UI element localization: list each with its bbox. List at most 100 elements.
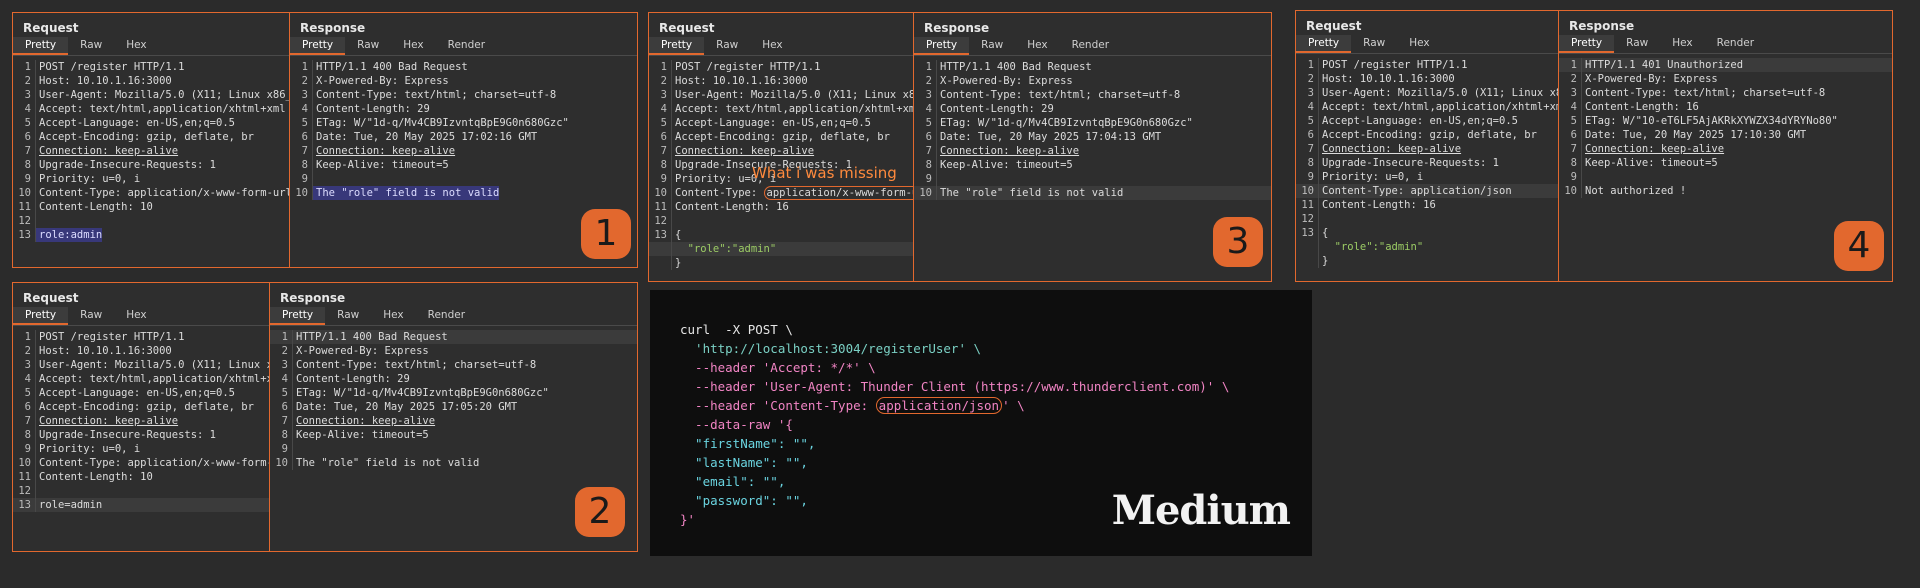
- code-line: 7 Connection: keep-alive: [13, 414, 269, 428]
- code-line: 7 Connection: keep-alive: [914, 144, 1271, 158]
- code-line: 8 Upgrade-Insecure-Requests: 1: [13, 158, 289, 172]
- line-text: }: [1322, 255, 1329, 267]
- tab-pretty[interactable]: Pretty: [1559, 35, 1615, 53]
- code-line: 8 Keep-Alive: timeout=5: [290, 158, 637, 172]
- code-line: 6 Date: Tue, 20 May 2025 17:10:30 GMT: [1559, 128, 1892, 142]
- tab-pretty[interactable]: Pretty: [914, 37, 970, 55]
- response-tabs: Pretty Raw Hex Render: [1559, 35, 1892, 54]
- response-editor[interactable]: 1 HTTP/1.1 400 Bad Request 2 X-Powered-By: …: [914, 60, 1271, 200]
- line-text: Upgrade-Insecure-Requests: 1: [1322, 157, 1500, 169]
- request-editor[interactable]: 1 POST /register HTTP/1.1 2 Host: 10.10.1.1…: [13, 330, 269, 512]
- line-text: Content-Type: application/x-www-form-url…: [39, 187, 289, 199]
- tab-pretty[interactable]: Pretty: [649, 37, 705, 55]
- tab-hex[interactable]: Hex: [1397, 35, 1441, 53]
- code-line: }: [649, 256, 913, 270]
- tab-raw[interactable]: Raw: [1351, 35, 1397, 53]
- line-gutter: [1296, 58, 1319, 268]
- line-text: ETag: W/"1d-q/Mv4CB9IzvntqBpE9G0n680Gzc": [316, 117, 569, 129]
- request-title: Request: [659, 21, 715, 35]
- line-text: The "role" field is not valid: [312, 186, 500, 200]
- line-gutter: [13, 330, 36, 512]
- tab-hex[interactable]: Hex: [114, 307, 158, 325]
- line-text: HTTP/1.1 400 Bad Request: [316, 61, 468, 73]
- line-text: X-Powered-By: Express: [1585, 73, 1718, 85]
- response-title: Response: [924, 21, 990, 35]
- tab-raw[interactable]: Raw: [1614, 35, 1660, 53]
- response-editor[interactable]: 1 HTTP/1.1 401 Unauthorized 2 X-Powered-By:…: [1559, 58, 1892, 198]
- line-text: User-Agent: Mozilla/5.0 (X11; Linux x86_…: [1322, 87, 1558, 99]
- request-editor[interactable]: 1 POST /register HTTP/1.1 2 Host: 10.10.1.1…: [1296, 58, 1558, 268]
- line-text: Accept-Language: en-US,en;q=0.5: [39, 387, 235, 399]
- code-line: 7 Connection: keep-alive: [649, 144, 913, 158]
- tab-render[interactable]: Render: [436, 37, 497, 55]
- code-line: 2 X-Powered-By: Express: [1559, 72, 1892, 86]
- line-text: X-Powered-By: Express: [296, 345, 429, 357]
- line-text: X-Powered-By: Express: [316, 75, 449, 87]
- line-text: Accept-Language: en-US,en;q=0.5: [675, 117, 871, 129]
- line-text: User-Agent: Mozilla/5.0 (X11; Linux x86_…: [39, 89, 289, 101]
- curl-line-5: --data-raw '{: [680, 417, 793, 432]
- tab-raw[interactable]: Raw: [68, 307, 114, 325]
- tab-hex[interactable]: Hex: [1015, 37, 1059, 55]
- response-title: Response: [280, 291, 346, 305]
- line-text: HTTP/1.1 401 Unauthorized: [1585, 59, 1744, 71]
- line-gutter: [270, 330, 293, 470]
- tab-hex[interactable]: Hex: [750, 37, 794, 55]
- curl-line-4-text: --header 'Content-Type: application/json…: [680, 397, 1025, 414]
- line-text: Connection: keep-alive: [39, 145, 179, 157]
- tab-hex[interactable]: Hex: [114, 37, 158, 55]
- curl-line-0: curl -X POST \: [680, 322, 793, 337]
- request-editor[interactable]: 1 POST /register HTTP/1.1 2 Host: 10.10.1.1…: [13, 60, 289, 242]
- code-line: 9: [290, 172, 637, 186]
- code-line: 10 Not authorized !: [1559, 184, 1892, 198]
- line-text: Keep-Alive: timeout=5: [296, 429, 429, 441]
- line-text: Keep-Alive: timeout=5: [316, 159, 449, 171]
- code-line: 4 Content-Length: 29: [914, 102, 1271, 116]
- tab-render[interactable]: Render: [1705, 35, 1766, 53]
- tab-raw[interactable]: Raw: [68, 37, 114, 55]
- line-text: Content-Type: text/html; charset=utf-8: [296, 359, 537, 371]
- tab-pretty[interactable]: Pretty: [1296, 35, 1352, 53]
- code-line: 6 Date: Tue, 20 May 2025 17:05:20 GMT: [270, 400, 637, 414]
- line-text: Connection: keep-alive: [675, 145, 815, 157]
- code-line: 6 Date: Tue, 20 May 2025 17:04:13 GMT: [914, 130, 1271, 144]
- tab-render[interactable]: Render: [1060, 37, 1121, 55]
- tab-pretty[interactable]: Pretty: [13, 37, 69, 55]
- line-text: The "role" field is not valid: [296, 457, 480, 469]
- line-text: "role":"admin": [1322, 241, 1424, 253]
- tab-hex[interactable]: Hex: [391, 37, 435, 55]
- line-text: Accept: text/html,application/xhtml+xml: [1322, 101, 1558, 113]
- code-line: 5 Accept-Language: en-US,en;q=0.5: [13, 386, 269, 400]
- circled-json-type: application/json: [875, 397, 1003, 414]
- tab-hex[interactable]: Hex: [371, 307, 415, 325]
- burp-panel-1: Request Pretty Raw Hex 1 POST /register HTT…: [12, 12, 638, 268]
- response-tabs: Pretty Raw Hex Render: [914, 37, 1271, 56]
- response-editor[interactable]: 1 HTTP/1.1 400 Bad Request 2 X-Powered-By: …: [290, 60, 637, 200]
- line-text: POST /register HTTP/1.1: [675, 61, 821, 73]
- tab-raw[interactable]: Raw: [345, 37, 391, 55]
- code-line: 10 The "role" field is not valid: [914, 186, 1271, 200]
- tab-pretty[interactable]: Pretty: [290, 37, 346, 55]
- tab-pretty[interactable]: Pretty: [13, 307, 69, 325]
- burp-panel-2: Request Pretty Raw Hex 1 POST /register HTT…: [12, 282, 638, 552]
- tab-raw[interactable]: Raw: [325, 307, 371, 325]
- line-text: User-Agent: Mozilla/5.0 (X11; Linux x86_…: [675, 89, 913, 101]
- line-text: Content-Type: application/x-www-form-url…: [39, 457, 269, 469]
- code-line: 2 X-Powered-By: Express: [290, 74, 637, 88]
- line-text: "role":"admin": [675, 243, 777, 255]
- tab-pretty[interactable]: Pretty: [270, 307, 326, 325]
- line-text: Connection: keep-alive: [1585, 143, 1725, 155]
- tab-raw[interactable]: Raw: [969, 37, 1015, 55]
- curl-line-3: --header 'User-Agent: Thunder Client (ht…: [680, 379, 1230, 394]
- tab-raw[interactable]: Raw: [704, 37, 750, 55]
- code-line: 10 The "role" field is not valid: [270, 456, 637, 470]
- code-line: "role":"admin": [1296, 240, 1558, 254]
- response-editor[interactable]: 1 HTTP/1.1 400 Bad Request 2 X-Powered-By: …: [270, 330, 637, 470]
- code-line: 4 Accept: text/html,application/xhtml+xml: [13, 102, 289, 116]
- tab-hex[interactable]: Hex: [1660, 35, 1704, 53]
- code-line: 9 Priority: u=0, i: [1296, 170, 1558, 184]
- tab-render[interactable]: Render: [416, 307, 477, 325]
- line-text: Content-Length: 29: [316, 103, 430, 115]
- line-text: Host: 10.10.1.16:3000: [39, 75, 172, 87]
- line-text: Content-Length: 10: [39, 471, 153, 483]
